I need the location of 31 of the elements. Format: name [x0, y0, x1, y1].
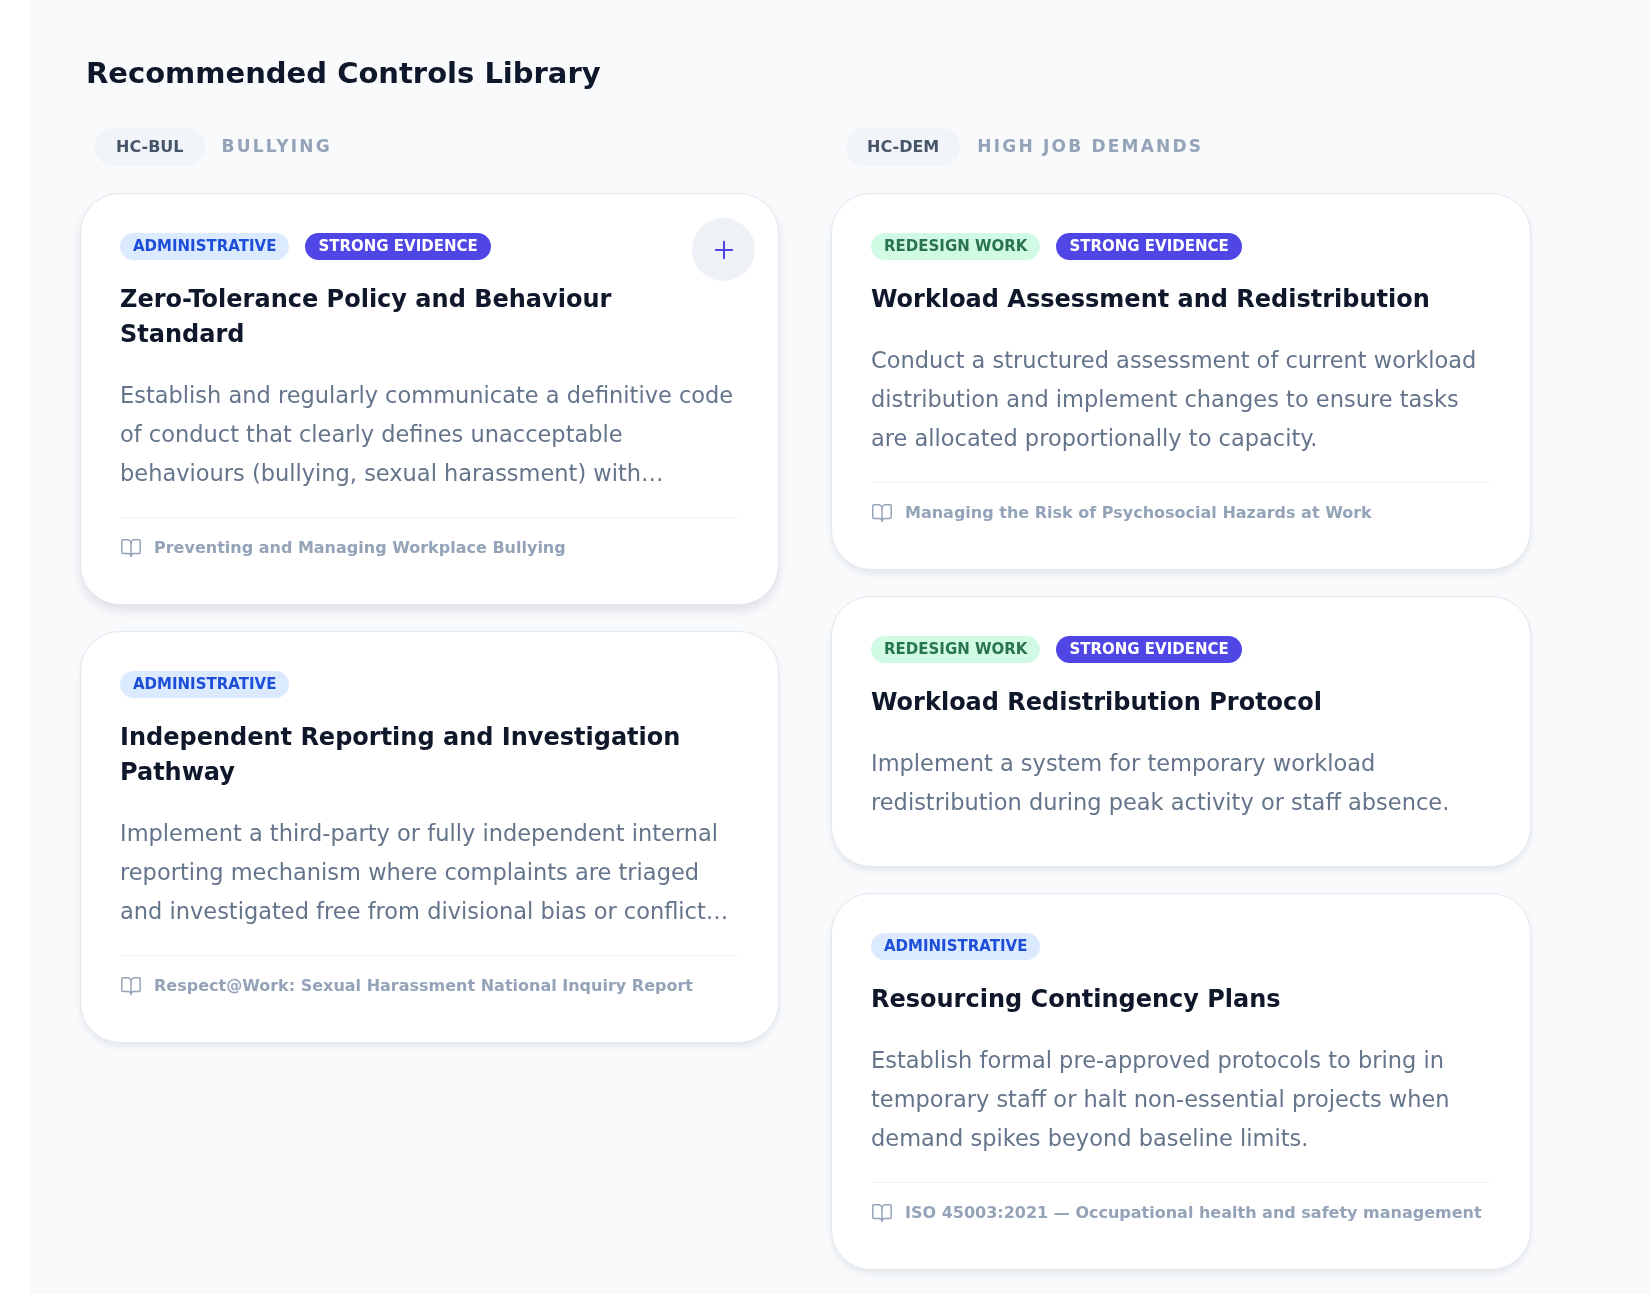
- control-description: Conduct a structured assessment of current workload distribution and implement changes to ensure tasks are allocated proportionally to capacity.: [871, 346, 1478, 453]
- source-reference: Respect@Work: Sexual Harassment National Inquiry Report: [154, 975, 693, 997]
- hazard-code-pill: HC-DEM: [846, 128, 961, 166]
- control-title: Workload Assessment and Redistribution: [871, 284, 1431, 315]
- category-tag: ADMINISTRATIVE: [871, 933, 1041, 960]
- category-tag: REDESIGN WORK: [871, 233, 1041, 260]
- control-title: Independent Reporting and Investigation Pathway: [120, 722, 682, 788]
- source-reference: ISO 45003:2021 — Occupational health and safety management: [905, 1202, 1482, 1224]
- control-description: Implement a system for temporary workload redistribution during peak activity or staff absence.: [871, 749, 1451, 817]
- evidence-tag: STRONG EVIDENCE: [1056, 636, 1242, 663]
- control-title: Zero-Tolerance Policy and Behaviour Standard: [120, 284, 613, 350]
- hazard-code-pill: HC-BUL: [95, 128, 205, 166]
- control-description: Establish formal pre-approved protocols to bring in temporary staff or halt non-essential projects when demand spikes beyond baseline limits.: [871, 1046, 1451, 1153]
- book-icon: [120, 975, 142, 997]
- book-icon: [871, 1202, 893, 1224]
- control-description: Implement a third-party or fully independent internal reporting mechanism where complaints are triaged and investigated free from divisional bias or conflict…: [120, 819, 730, 926]
- category-tag: ADMINISTRATIVE: [120, 233, 290, 260]
- hazard-category-label: HIGH JOB DEMANDS: [977, 135, 1204, 159]
- evidence-tag: STRONG EVIDENCE: [305, 233, 491, 260]
- book-icon: [120, 537, 142, 559]
- book-icon: [871, 502, 893, 524]
- evidence-tag: STRONG EVIDENCE: [1056, 233, 1242, 260]
- page-title: Recommended Controls Library: [86, 55, 602, 92]
- source-reference: Managing the Risk of Psychosocial Hazards at Work: [905, 502, 1372, 524]
- category-tag: ADMINISTRATIVE: [120, 671, 290, 698]
- control-title: Resourcing Contingency Plans: [871, 984, 1282, 1015]
- control-title: Workload Redistribution Protocol: [871, 687, 1324, 718]
- hazard-category-label: BULLYING: [221, 135, 332, 159]
- source-reference: Preventing and Managing Workplace Bullying: [154, 537, 566, 559]
- control-description: Establish and regularly communicate a definitive code of conduct that clearly defines unacceptable behaviours (bullying, sexual harassment) with…: [120, 381, 735, 488]
- category-tag: REDESIGN WORK: [871, 636, 1041, 663]
